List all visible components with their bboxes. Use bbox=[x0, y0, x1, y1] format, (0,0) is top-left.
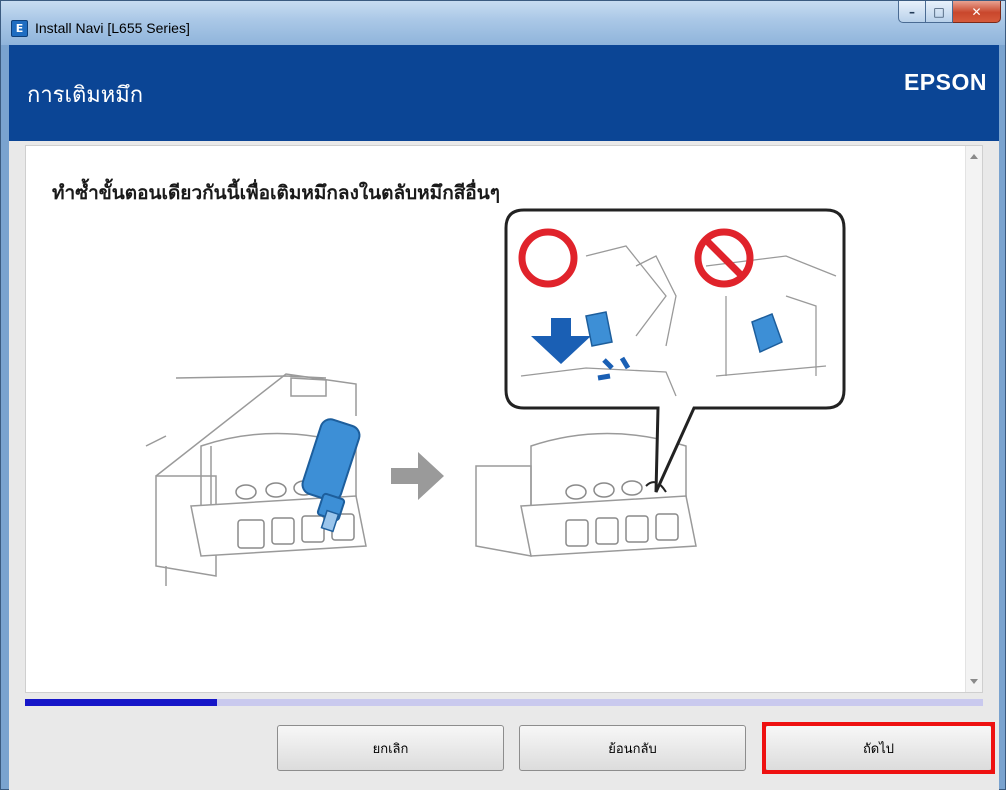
epson-logo: EPSON bbox=[903, 69, 987, 95]
window-client: การเติมหมึก EPSON ทำซ้ำขั้นตอนเดียวกันนี… bbox=[9, 45, 999, 790]
app-icon: E bbox=[11, 20, 28, 37]
vertical-scrollbar[interactable] bbox=[965, 146, 982, 692]
illustration bbox=[145, 208, 846, 586]
installer-window: E Install Navi [L655 Series] – □ ✕ การเต… bbox=[0, 0, 1006, 790]
scroll-down-icon[interactable] bbox=[970, 679, 978, 684]
window-title: Install Navi [L655 Series] bbox=[35, 20, 190, 36]
back-button[interactable]: ย้อนกลับ bbox=[519, 725, 746, 771]
window-controls: – □ ✕ bbox=[898, 1, 1001, 25]
cancel-button[interactable]: ยกเลิก bbox=[277, 725, 504, 771]
maximize-button[interactable]: □ bbox=[926, 1, 953, 23]
title-bar[interactable]: E Install Navi [L655 Series] – □ ✕ bbox=[1, 1, 1005, 45]
maximize-icon: □ bbox=[933, 4, 945, 19]
next-button[interactable]: ถัดไป bbox=[765, 725, 992, 771]
right-arrow-icon bbox=[391, 452, 444, 500]
close-icon: ✕ bbox=[971, 4, 982, 19]
page-title: การเติมหมึก bbox=[27, 83, 144, 108]
callout-bubble bbox=[504, 208, 846, 493]
page-header: การเติมหมึก EPSON bbox=[9, 45, 999, 141]
minimize-button[interactable]: – bbox=[898, 1, 926, 23]
minimize-icon: – bbox=[909, 4, 915, 19]
progress-fill bbox=[25, 699, 217, 706]
scroll-up-icon[interactable] bbox=[970, 154, 978, 159]
close-button[interactable]: ✕ bbox=[953, 1, 1001, 23]
content-panel[interactable]: ทำซ้ำขั้นตอนเดียวกันนี้เพื่อเติมหมึกลงใน… bbox=[25, 145, 983, 693]
content-area: ทำซ้ำขั้นตอนเดียวกันนี้เพื่อเติมหมึกลงใน… bbox=[9, 141, 999, 790]
progress-bar bbox=[25, 699, 983, 706]
